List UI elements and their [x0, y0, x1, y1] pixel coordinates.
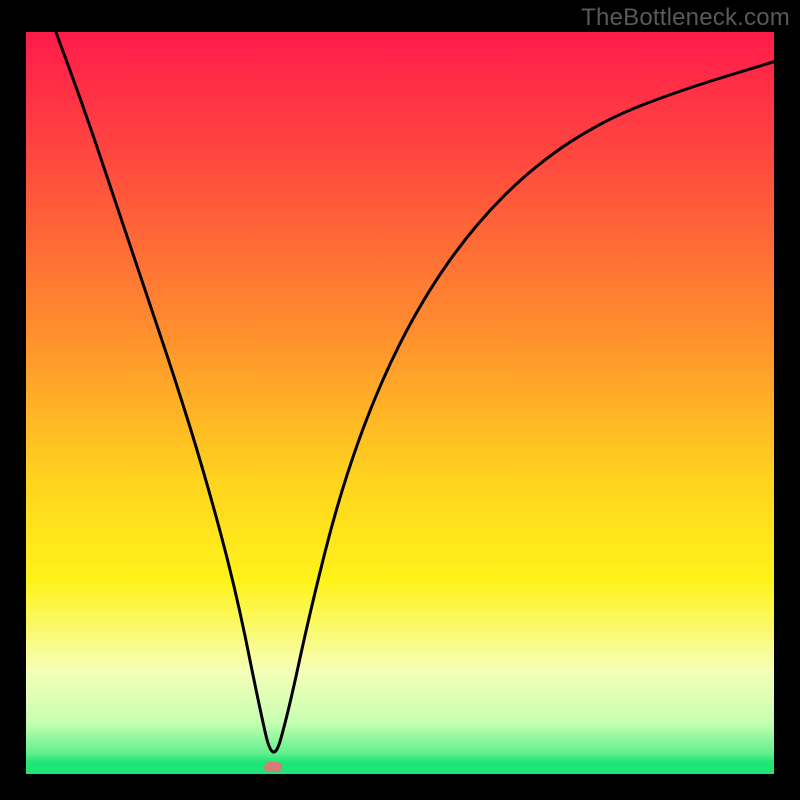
chart-frame: TheBottleneck.com [0, 0, 800, 800]
curve-layer [26, 32, 774, 774]
bottleneck-curve [56, 32, 774, 752]
min-point-marker [264, 762, 282, 772]
watermark-text: TheBottleneck.com [581, 4, 790, 32]
plot-area [26, 32, 774, 774]
